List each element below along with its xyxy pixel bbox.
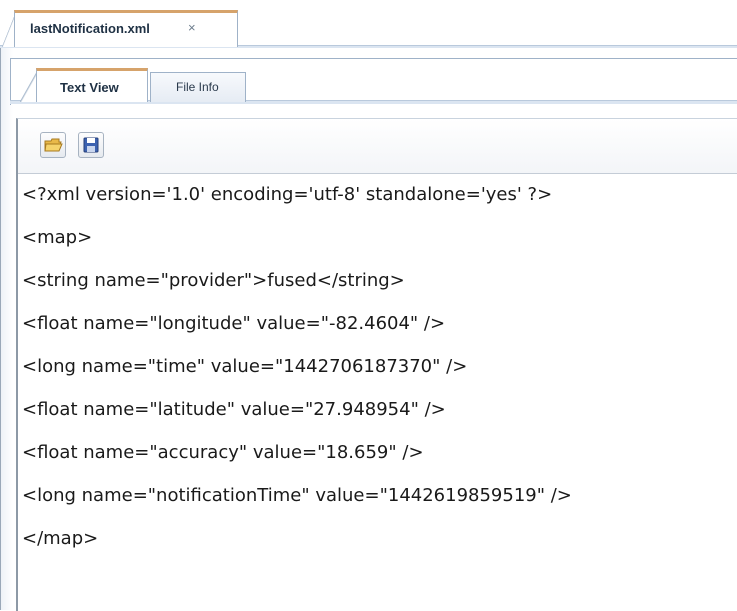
- tab-text-view-label[interactable]: Text View: [60, 80, 119, 95]
- tab-file-info-label[interactable]: File Info: [176, 80, 219, 94]
- xml-line[interactable]: <?xml version='1.0' encoding='utf-8' sta…: [22, 184, 552, 206]
- save-disk-icon: [83, 137, 99, 153]
- xml-line[interactable]: <long name="time" value="1442706187370" …: [22, 356, 467, 378]
- xml-line[interactable]: <map>: [22, 227, 92, 249]
- open-folder-icon: [44, 138, 63, 152]
- xml-line[interactable]: <float name="longitude" value="-82.4604"…: [22, 313, 445, 335]
- close-icon[interactable]: ×: [188, 20, 196, 35]
- toolbar: [18, 119, 737, 174]
- panel-left-border: [0, 48, 13, 610]
- xml-line[interactable]: <string name="provider">fused</string>: [22, 270, 405, 292]
- xml-line[interactable]: <float name="latitude" value="27.948954"…: [22, 399, 446, 421]
- document-tab-label[interactable]: lastNotification.xml: [30, 21, 150, 36]
- xml-line[interactable]: </map>: [22, 528, 98, 550]
- save-button[interactable]: [78, 132, 104, 158]
- open-button[interactable]: [40, 132, 66, 158]
- xml-line[interactable]: <float name="accuracy" value="18.659" />: [22, 442, 424, 464]
- xml-line[interactable]: <long name="notificationTime" value="144…: [22, 485, 572, 507]
